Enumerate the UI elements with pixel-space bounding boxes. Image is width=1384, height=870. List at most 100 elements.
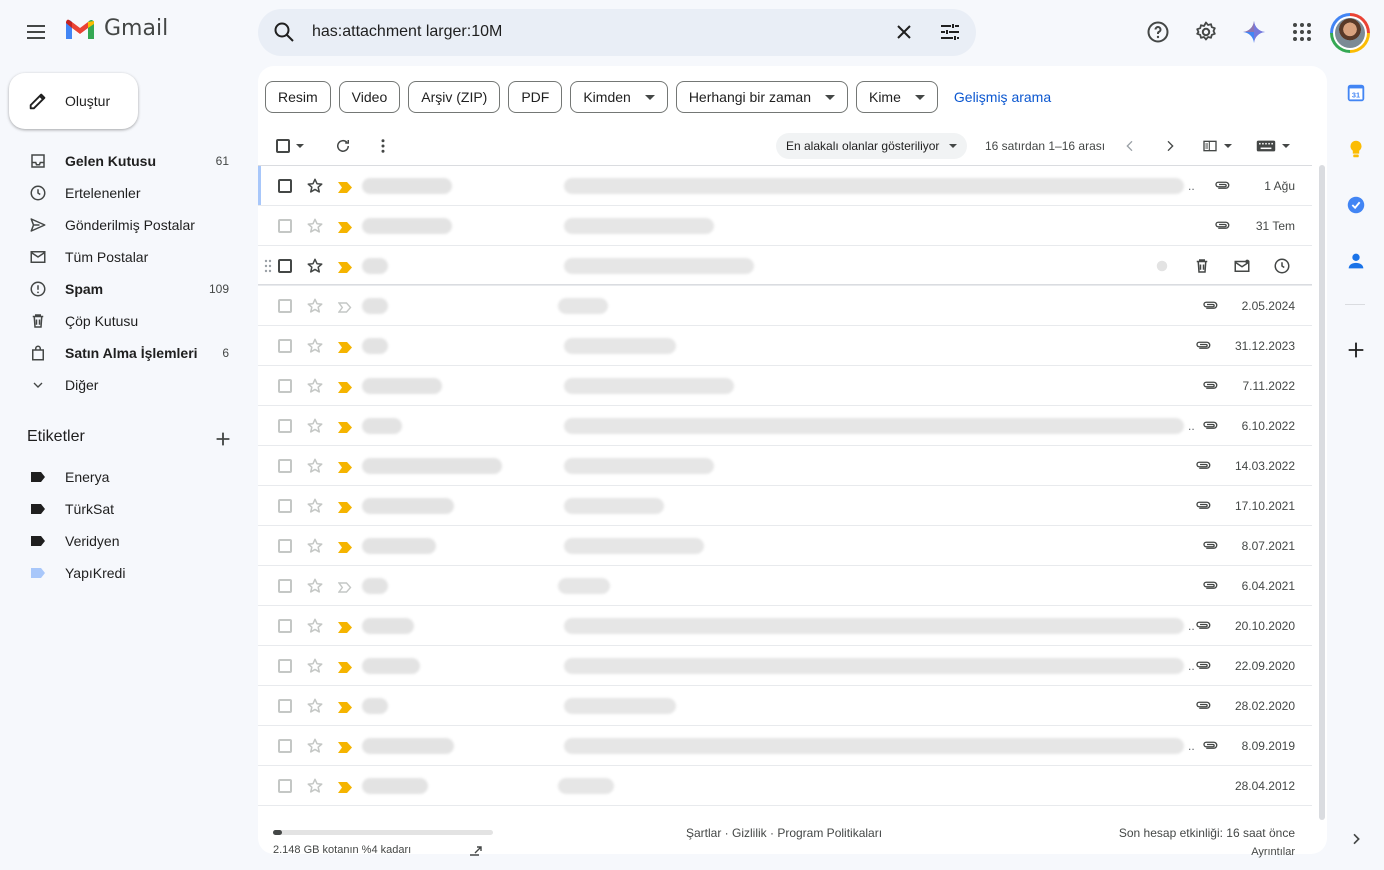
importance-marker-icon[interactable] [338, 380, 352, 393]
add-label-icon[interactable] [212, 428, 234, 450]
email-row[interactable]: 14.03.2022 [258, 446, 1312, 486]
email-row[interactable]: 31 Tem [258, 206, 1312, 246]
row-checkbox[interactable] [278, 659, 292, 673]
email-row[interactable] [258, 246, 1312, 286]
label-item[interactable]: YapıKredi [0, 557, 256, 589]
email-row[interactable]: 31.12.2023 [258, 326, 1312, 366]
row-checkbox[interactable] [278, 299, 292, 313]
email-row[interactable]: .. 8.09.2019 [258, 726, 1312, 766]
label-item[interactable]: Veridyen [0, 525, 256, 557]
row-checkbox[interactable] [278, 499, 292, 513]
get-addons-plus-icon[interactable] [1345, 339, 1367, 361]
importance-marker-icon[interactable] [338, 700, 352, 713]
row-checkbox[interactable] [278, 459, 292, 473]
email-row[interactable]: 8.07.2021 [258, 526, 1312, 566]
external-link-icon[interactable] [468, 846, 482, 856]
list-scrollbar[interactable] [1319, 165, 1325, 820]
more-options-icon[interactable] [374, 137, 392, 155]
label-item[interactable]: Enerya [0, 461, 256, 493]
star-icon[interactable] [306, 217, 324, 235]
split-pane-toggle[interactable] [1202, 138, 1232, 154]
settings-gear-icon[interactable] [1194, 20, 1218, 44]
star-icon[interactable] [306, 577, 324, 595]
mark-unread-icon[interactable] [1230, 254, 1254, 278]
email-row[interactable]: .. 6.10.2022 [258, 406, 1312, 446]
star-icon[interactable] [306, 457, 324, 475]
importance-marker-icon[interactable] [338, 220, 352, 233]
sidebar-item-shopping-bag[interactable]: Satın Alma İşlemleri 6 [0, 337, 256, 369]
filter-chip[interactable]: PDF [508, 81, 563, 113]
select-all-checkbox[interactable] [276, 139, 290, 153]
importance-marker-icon[interactable] [338, 740, 352, 753]
email-row[interactable]: 28.02.2020 [258, 686, 1312, 726]
star-icon[interactable] [306, 697, 324, 715]
importance-marker-icon[interactable] [338, 500, 352, 513]
filter-chip[interactable]: Kimden [570, 81, 668, 113]
row-checkbox[interactable] [278, 739, 292, 753]
tasks-icon[interactable] [1345, 194, 1367, 216]
importance-marker-icon[interactable] [338, 660, 352, 673]
star-icon[interactable] [306, 297, 324, 315]
email-row[interactable]: 6.04.2021 [258, 566, 1312, 606]
star-icon[interactable] [306, 777, 324, 795]
star-icon[interactable] [306, 337, 324, 355]
sort-selector[interactable]: En alakalı olanlar gösteriliyor [776, 133, 968, 159]
importance-marker-icon[interactable] [338, 180, 352, 193]
sidebar-item-trash[interactable]: Çöp Kutusu [0, 305, 256, 337]
importance-marker-icon[interactable] [338, 620, 352, 633]
gmail-logo[interactable]: Gmail [64, 16, 168, 41]
gemini-sparkle-icon[interactable] [1242, 20, 1266, 44]
row-checkbox[interactable] [278, 579, 292, 593]
sidebar-item-snooze[interactable]: Ertelenenler [0, 177, 256, 209]
row-checkbox[interactable] [278, 699, 292, 713]
sidebar-item-spam[interactable]: Spam 109 [0, 273, 256, 305]
sidebar-item-send[interactable]: Gönderilmiş Postalar [0, 209, 256, 241]
drag-handle-icon[interactable] [264, 259, 272, 273]
star-icon[interactable] [306, 657, 324, 675]
importance-marker-icon[interactable] [338, 260, 352, 273]
search-options-icon[interactable] [938, 20, 962, 44]
row-checkbox[interactable] [278, 419, 292, 433]
footer-links[interactable]: Şartlar · Gizlilik · Program Politikalar… [686, 826, 882, 840]
compose-button[interactable]: Oluştur [9, 73, 138, 129]
help-icon[interactable] [1146, 20, 1170, 44]
importance-marker-icon[interactable] [338, 780, 352, 793]
row-checkbox[interactable] [278, 259, 292, 273]
next-page-icon[interactable] [1162, 138, 1178, 154]
expand-panel-chevron-icon[interactable] [1348, 831, 1364, 847]
star-icon[interactable] [306, 617, 324, 635]
contacts-icon[interactable] [1345, 250, 1367, 272]
email-row[interactable]: 28.04.2012 [258, 766, 1312, 806]
filter-chip[interactable]: Herhangi bir zaman [675, 81, 848, 113]
importance-marker-icon[interactable] [338, 540, 352, 553]
star-icon[interactable] [306, 537, 324, 555]
row-checkbox[interactable] [278, 379, 292, 393]
row-checkbox[interactable] [278, 339, 292, 353]
apps-grid-icon[interactable] [1290, 20, 1314, 44]
importance-marker-icon[interactable] [338, 420, 352, 433]
account-avatar[interactable] [1330, 13, 1370, 53]
snooze-icon[interactable] [1270, 254, 1294, 278]
row-checkbox[interactable] [278, 219, 292, 233]
star-icon[interactable] [306, 377, 324, 395]
calendar-icon[interactable]: 31 [1345, 82, 1367, 104]
prev-page-icon[interactable] [1122, 138, 1138, 154]
star-icon[interactable] [306, 737, 324, 755]
keep-bulb-icon[interactable] [1345, 138, 1367, 160]
filter-chip[interactable]: Kime [855, 81, 938, 113]
search-bar[interactable]: has:attachment larger:10M [258, 9, 976, 56]
row-checkbox[interactable] [278, 539, 292, 553]
importance-marker-icon[interactable] [337, 580, 352, 593]
email-row[interactable]: 2.05.2024 [258, 286, 1312, 326]
details-link[interactable]: Ayrıntılar [1251, 846, 1295, 858]
star-icon[interactable] [306, 497, 324, 515]
importance-marker-icon[interactable] [337, 300, 352, 313]
main-menu-button[interactable] [16, 12, 56, 52]
sidebar-item-inbox[interactable]: Gelen Kutusu 61 [0, 145, 256, 177]
email-row[interactable]: .. 1 Ağu [258, 166, 1312, 206]
star-icon[interactable] [306, 417, 324, 435]
clear-search-icon[interactable] [892, 20, 916, 44]
search-icon[interactable] [272, 20, 296, 44]
refresh-icon[interactable] [334, 137, 352, 155]
row-checkbox[interactable] [278, 179, 292, 193]
